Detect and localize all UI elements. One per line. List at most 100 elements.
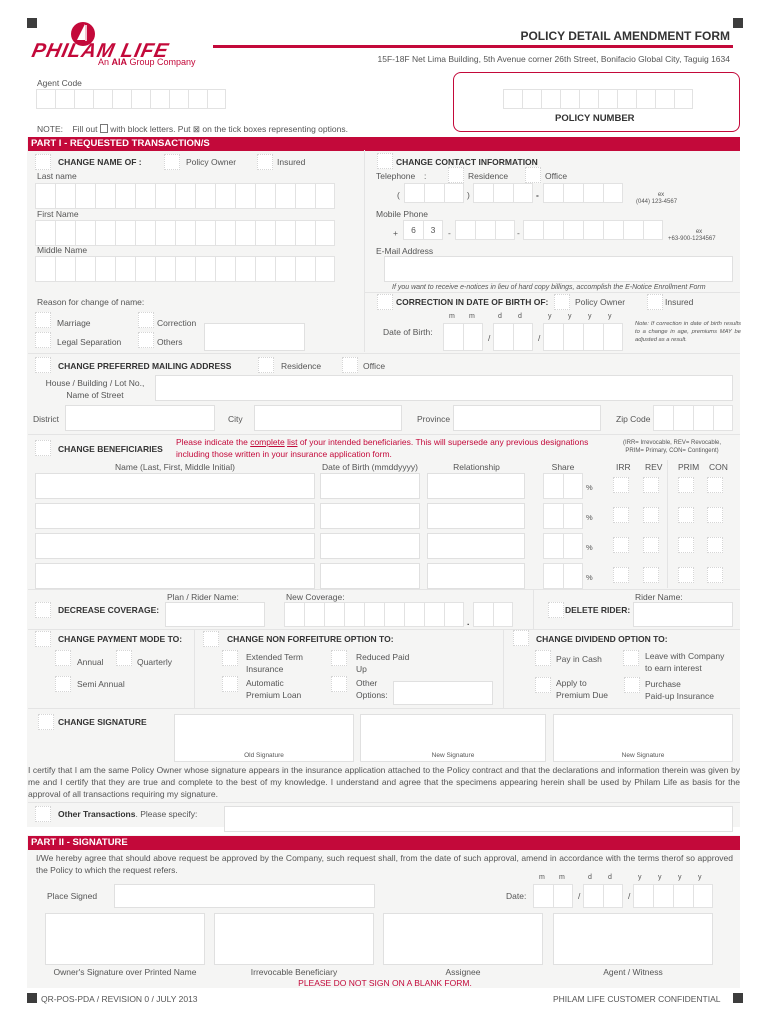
beneficiary-name-input[interactable] [35, 473, 315, 499]
reason-others-input[interactable] [204, 323, 305, 351]
district-input[interactable] [65, 405, 215, 431]
middle-name-input[interactable] [35, 256, 335, 282]
place-signed-input[interactable] [114, 884, 375, 908]
mailing-residence-checkbox[interactable] [258, 357, 274, 373]
beneficiary-dob-input[interactable] [320, 533, 420, 559]
dob-day-input[interactable] [493, 323, 533, 351]
nfo-other-input[interactable] [393, 681, 493, 705]
dob-correction-owner-checkbox[interactable] [554, 294, 570, 310]
agent-witness-signature-box[interactable] [553, 913, 713, 965]
nfo-other-checkbox[interactable] [331, 676, 347, 692]
beneficiary-name-input[interactable] [35, 503, 315, 529]
telephone-office-checkbox[interactable] [525, 167, 541, 183]
beneficiary-share-input[interactable] [543, 563, 583, 589]
change-name-checkbox[interactable] [35, 154, 51, 170]
other-transactions-input[interactable] [224, 806, 733, 832]
beneficiary-con-checkbox[interactable] [707, 507, 723, 523]
beneficiary-irr-checkbox[interactable] [613, 537, 629, 553]
beneficiary-name-input[interactable] [35, 533, 315, 559]
nfo-apl-checkbox[interactable] [222, 676, 238, 692]
change-name-insured-checkbox[interactable] [257, 154, 273, 170]
beneficiary-prim-checkbox[interactable] [678, 567, 694, 583]
beneficiary-relationship-input[interactable] [427, 503, 525, 529]
payment-mode-checkbox[interactable] [35, 631, 51, 647]
beneficiary-relationship-input[interactable] [427, 473, 525, 499]
house-street-input[interactable] [155, 375, 733, 401]
mailing-address-checkbox[interactable] [35, 357, 51, 373]
mailing-office-checkbox[interactable] [342, 357, 358, 373]
last-name-input[interactable] [35, 183, 335, 209]
beneficiary-prim-checkbox[interactable] [678, 477, 694, 493]
dividend-purchase-checkbox[interactable] [624, 677, 640, 693]
city-input[interactable] [254, 405, 402, 431]
payment-annual-checkbox[interactable] [55, 650, 71, 666]
policy-number-input[interactable] [503, 89, 693, 109]
telephone-prefix-input[interactable] [473, 183, 533, 203]
change-name-owner-checkbox[interactable] [164, 154, 180, 170]
dividend-apply-checkbox[interactable] [535, 677, 551, 693]
beneficiary-prim-checkbox[interactable] [678, 537, 694, 553]
reason-marriage-checkbox[interactable] [35, 312, 51, 328]
non-forfeiture-checkbox[interactable] [203, 631, 219, 647]
decrease-coverage-checkbox[interactable] [35, 602, 51, 618]
beneficiary-rev-checkbox[interactable] [643, 507, 659, 523]
telephone-residence-checkbox[interactable] [448, 167, 464, 183]
email-input[interactable] [384, 256, 733, 282]
delete-rider-checkbox[interactable] [548, 602, 564, 618]
plan-rider-name-input[interactable] [165, 602, 265, 627]
beneficiary-rev-checkbox[interactable] [643, 537, 659, 553]
beneficiary-rev-checkbox[interactable] [643, 477, 659, 493]
dob-year-input[interactable] [543, 323, 623, 351]
beneficiary-share-input[interactable] [543, 533, 583, 559]
area-code-input[interactable] [404, 183, 464, 203]
beneficiary-dob-input[interactable] [320, 503, 420, 529]
date-signed-month-input[interactable] [533, 884, 573, 908]
beneficiary-irr-checkbox[interactable] [613, 507, 629, 523]
irrevocable-beneficiary-signature-box[interactable] [214, 913, 374, 965]
payment-quarterly-checkbox[interactable] [116, 650, 132, 666]
beneficiary-rev-checkbox[interactable] [643, 567, 659, 583]
dividend-leave-checkbox[interactable] [623, 650, 639, 666]
nfo-rpu-checkbox[interactable] [331, 650, 347, 666]
dob-correction-checkbox[interactable] [377, 294, 393, 310]
new-coverage-cents-input[interactable] [473, 602, 513, 627]
telephone-number-input[interactable] [543, 183, 623, 203]
province-input[interactable] [453, 405, 601, 431]
beneficiary-share-input[interactable] [543, 503, 583, 529]
dividend-option-checkbox[interactable] [513, 630, 529, 646]
mobile-network-input[interactable] [455, 220, 515, 240]
dividend-cash-checkbox[interactable] [535, 650, 551, 666]
beneficiary-irr-checkbox[interactable] [613, 567, 629, 583]
dob-month-input[interactable] [443, 323, 483, 351]
mobile-number-input[interactable] [523, 220, 663, 240]
beneficiary-con-checkbox[interactable] [707, 537, 723, 553]
payment-semi-annual-checkbox[interactable] [55, 676, 71, 692]
agent-code-input[interactable] [36, 89, 226, 109]
assignee-signature-box[interactable] [383, 913, 543, 965]
reason-correction-checkbox[interactable] [138, 312, 154, 328]
date-signed-year-input[interactable] [633, 884, 713, 908]
beneficiary-relationship-input[interactable] [427, 533, 525, 559]
beneficiary-dob-input[interactable] [320, 473, 420, 499]
mobile-country-code[interactable]: 6 3 [403, 220, 443, 240]
dob-correction-insured-checkbox[interactable] [647, 294, 663, 310]
first-name-input[interactable] [35, 220, 335, 246]
beneficiary-relationship-input[interactable] [427, 563, 525, 589]
change-beneficiaries-checkbox[interactable] [35, 440, 51, 456]
zip-code-input[interactable] [653, 405, 733, 431]
other-transactions-checkbox[interactable] [35, 806, 51, 822]
change-signature-checkbox[interactable] [38, 714, 54, 730]
new-coverage-input[interactable] [284, 602, 464, 627]
beneficiary-con-checkbox[interactable] [707, 477, 723, 493]
beneficiary-name-input[interactable] [35, 563, 315, 589]
beneficiary-share-input[interactable] [543, 473, 583, 499]
owner-signature-box[interactable] [45, 913, 205, 965]
reason-legal-separation-checkbox[interactable] [35, 332, 51, 348]
date-signed-day-input[interactable] [583, 884, 623, 908]
change-contact-checkbox[interactable] [377, 153, 393, 169]
nfo-eti-checkbox[interactable] [222, 650, 238, 666]
beneficiary-irr-checkbox[interactable] [613, 477, 629, 493]
rider-name-input[interactable] [633, 602, 733, 627]
beneficiary-dob-input[interactable] [320, 563, 420, 589]
reason-others-checkbox[interactable] [138, 332, 154, 348]
